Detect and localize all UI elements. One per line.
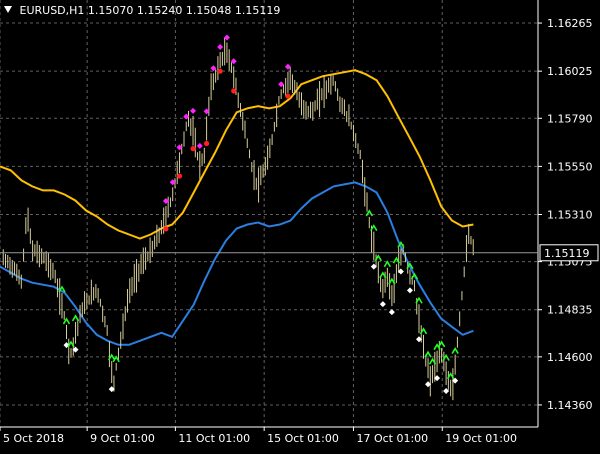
x-tick-label: 5 Oct 2018 [3,432,64,445]
y-tick-label: 1.16265 [547,17,593,30]
y-tick-labels: 1.162651.160251.157901.155501.153101.150… [547,17,593,412]
x-tick-label: 15 Oct 01:00 [267,432,339,445]
ohlc-high: 1.15240 [136,4,183,17]
price-chart-svg: 1.16265 1.16025 1.15790 1.15550 1.15310 1.150… [0,0,600,450]
y-tick-label: 1.15550 [547,160,593,173]
price-chart[interactable]: 1.16265 1.16025 1.15790 1.15550 1.15310 1.150… [0,0,600,450]
collapse-triangle-icon[interactable] [4,6,12,13]
sell-dot-icon [203,140,210,147]
x-tick-label: 11 Oct 01:00 [178,432,250,445]
x-tick-label: 19 Oct 01:00 [445,432,517,445]
sell-dot-icon [231,88,237,94]
y-tick-label: 1.15790 [547,112,593,125]
y-tick-label: 1.14600 [547,351,593,364]
sell-dot-icon [190,146,196,152]
ohlc-low: 1.15048 [185,4,232,17]
sell-dot-icon [163,226,169,232]
current-price-label: 1.15119 [544,247,590,260]
y-tick-label: 1.14360 [547,399,593,412]
sell-dot-icon [217,68,223,74]
ohlc-close: 1.15119 [234,4,281,17]
chart-header: EURUSD,H1 1.15070 1.15240 1.15048 1.1511… [4,4,280,17]
y-tick-label: 1.14835 [547,304,593,317]
x-tick-label: 9 Oct 01:00 [90,432,155,445]
sell-dot-icon [176,173,183,179]
ohlc-open: 1.15070 [87,4,134,17]
y-tick-label: 1.15310 [547,209,593,222]
sell-dot-icon [285,93,291,99]
symbol-timeframe: EURUSD,H1 [19,4,85,17]
y-tick-label: 1.16025 [547,65,593,78]
x-tick-label: 17 Oct 01:00 [356,432,428,445]
